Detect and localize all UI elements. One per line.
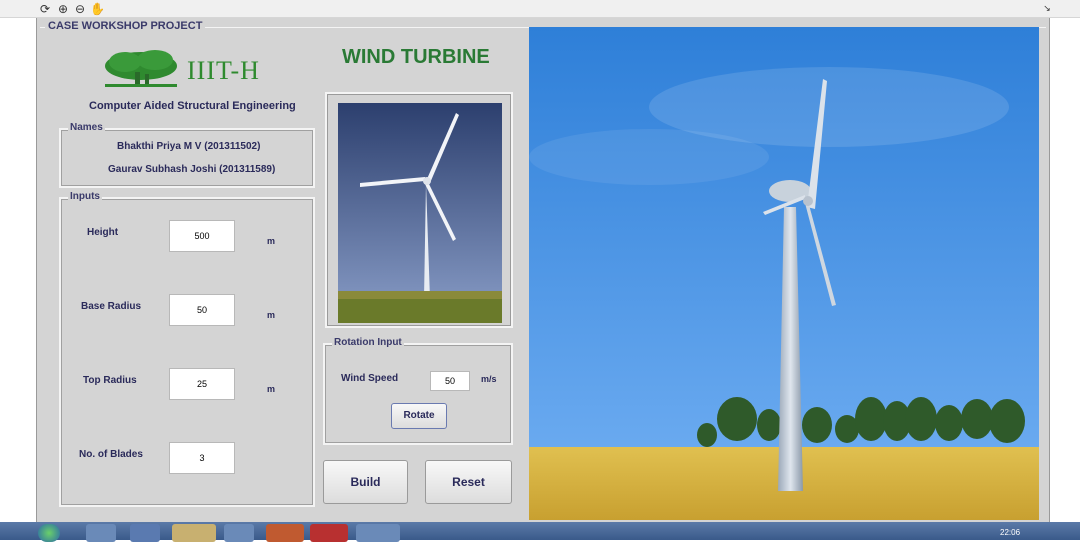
base-radius-unit: m bbox=[267, 310, 276, 320]
os-taskbar bbox=[0, 522, 1080, 542]
height-unit: m bbox=[267, 236, 276, 246]
team-member-2: Gaurav Subhash Joshi (201311589) bbox=[108, 164, 276, 175]
window-title: CASE WORKSHOP PROJECT bbox=[45, 20, 206, 34]
height-label: Height bbox=[87, 227, 119, 238]
gui-window: CASE WORKSHOP PROJECT IIIT-H Computer Ai… bbox=[36, 18, 1050, 522]
wind-speed-input[interactable]: 50 bbox=[430, 371, 470, 391]
zoom-in-icon[interactable]: ⊕ bbox=[56, 2, 70, 16]
taskbar-app-icon[interactable] bbox=[86, 524, 116, 542]
logo-text: IIIT-H bbox=[187, 56, 260, 85]
turbine-hub bbox=[803, 196, 813, 206]
names-panel: Names Bhakthi Priya M V (201311502) Gaur… bbox=[59, 122, 315, 188]
zoom-out-icon[interactable]: ⊖ bbox=[73, 2, 87, 16]
rotate-icon[interactable]: ⟳ bbox=[38, 2, 52, 16]
matlab-icon[interactable] bbox=[266, 524, 304, 542]
wind-speed-unit: m/s bbox=[481, 374, 497, 384]
blades-input[interactable]: 3 bbox=[169, 442, 235, 474]
taskbar-app-icon[interactable] bbox=[224, 524, 254, 542]
turbine-photo bbox=[338, 103, 502, 323]
blades-label: No. of Blades bbox=[79, 449, 143, 460]
base-radius-input[interactable]: 50 bbox=[169, 294, 235, 326]
explorer-folder-icon[interactable] bbox=[172, 524, 216, 542]
taskbar-clock: 22:06 bbox=[1000, 528, 1021, 537]
pan-hand-icon[interactable]: ✋ bbox=[90, 2, 105, 16]
start-button-icon[interactable] bbox=[38, 524, 60, 542]
reset-button[interactable]: Reset bbox=[425, 460, 512, 504]
figure-toolbar: ⟳ ⊕ ⊖ ✋ ↘ bbox=[0, 0, 1080, 18]
inputs-panel: Inputs Height 500 m Base Radius 50 m Top… bbox=[59, 191, 315, 507]
base-radius-label: Base Radius bbox=[81, 301, 142, 312]
page-title: WIND TURBINE bbox=[342, 46, 490, 68]
browser-ie-icon[interactable] bbox=[130, 524, 160, 542]
rotation-label: Rotation Input bbox=[332, 337, 404, 348]
rotate-button[interactable]: Rotate bbox=[391, 403, 447, 429]
inputs-label: Inputs bbox=[68, 191, 102, 202]
chrome-icon[interactable] bbox=[356, 524, 400, 542]
top-radius-label: Top Radius bbox=[83, 375, 137, 386]
wind-speed-label: Wind Speed bbox=[341, 373, 399, 384]
top-radius-unit: m bbox=[267, 384, 276, 394]
rotation-panel: Rotation Input Wind Speed 50 m/s Rotate bbox=[323, 337, 513, 445]
height-input[interactable]: 500 bbox=[169, 220, 235, 252]
department-subtitle: Computer Aided Structural Engineering bbox=[89, 100, 296, 112]
turbine-3d-view[interactable] bbox=[529, 27, 1039, 520]
top-radius-input[interactable]: 25 bbox=[169, 368, 235, 400]
names-label: Names bbox=[68, 122, 105, 133]
turbine-photo-frame bbox=[325, 92, 513, 328]
dock-arrow-icon[interactable]: ↘ bbox=[1040, 2, 1054, 16]
build-button[interactable]: Build bbox=[323, 460, 408, 504]
pdf-reader-icon[interactable] bbox=[310, 524, 348, 542]
team-member-1: Bhakthi Priya M V (201311502) bbox=[117, 141, 261, 152]
